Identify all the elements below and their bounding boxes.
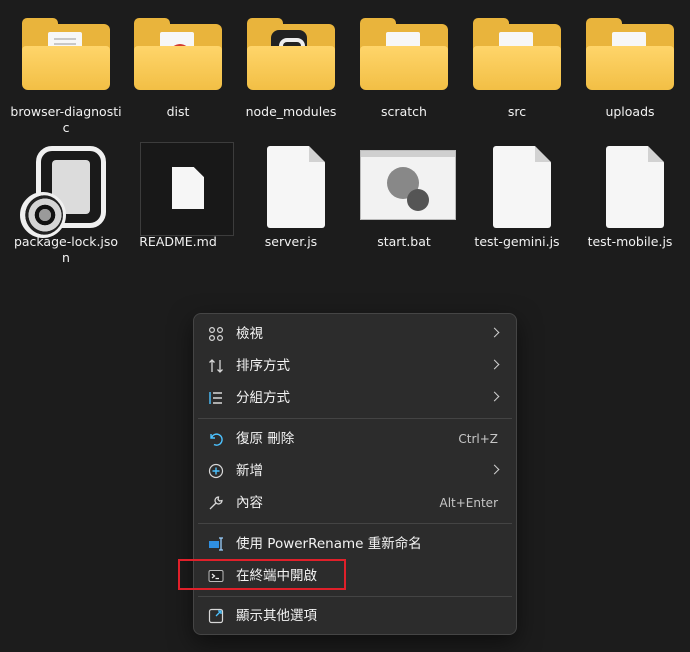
menu-separator (198, 596, 512, 597)
menu-item-properties[interactable]: 內容 Alt+Enter (198, 488, 512, 518)
chevron-right-icon (489, 391, 500, 402)
file-name: test-mobile.js (587, 234, 673, 249)
menu-item-label: 顯示其他選項 (236, 608, 317, 624)
file-item[interactable]: start.bat (348, 138, 460, 266)
undo-icon (210, 433, 223, 446)
file-name: README.md (139, 234, 217, 249)
menu-separator (198, 523, 512, 524)
file-item[interactable]: scratch (348, 8, 460, 136)
new-icon (208, 463, 224, 479)
file-item[interactable]: README.md (122, 138, 234, 266)
wrench-icon (209, 496, 223, 510)
folder-icon (586, 16, 674, 104)
file-item[interactable]: src (461, 8, 573, 136)
menu-item-undo-delete[interactable]: 復原 刪除 Ctrl+Z (198, 424, 512, 454)
sort-icon (209, 359, 223, 373)
chevron-right-icon (489, 359, 500, 370)
chevron-right-icon (489, 327, 500, 338)
file-item[interactable]: test-gemini.js (461, 138, 573, 266)
markdown-file-icon (134, 142, 234, 236)
file-name: uploads (605, 104, 655, 119)
menu-item-label: 使用 PowerRename 重新命名 (236, 536, 422, 552)
file-name: scratch (381, 104, 427, 119)
json-file-icon (20, 146, 110, 238)
folder-icon (134, 16, 222, 104)
file-item[interactable]: browser-diagnostic (10, 8, 122, 136)
file-name: test-gemini.js (474, 234, 560, 249)
menu-item-label: 排序方式 (236, 358, 290, 374)
grid-icon (208, 326, 224, 342)
file-item[interactable]: node_modules (235, 8, 347, 136)
file-item[interactable]: server.js (235, 138, 347, 266)
file-item[interactable]: dist (122, 8, 234, 136)
menu-item-view[interactable]: 檢視 (198, 319, 512, 349)
shortcut-text: Ctrl+Z (458, 432, 498, 446)
menu-item-new[interactable]: 新增 (198, 456, 512, 486)
js-file-icon (586, 146, 674, 234)
js-file-icon (473, 146, 561, 234)
file-item[interactable]: package-lock.json (10, 138, 122, 266)
more-options-icon (208, 608, 224, 624)
menu-item-label: 內容 (236, 495, 263, 511)
menu-separator (198, 418, 512, 419)
file-name: node_modules (245, 104, 337, 119)
file-name: browser-diagnostic (10, 104, 122, 135)
menu-item-label: 檢視 (236, 326, 263, 342)
menu-item-label: 分組方式 (236, 390, 290, 406)
menu-item-label: 復原 刪除 (236, 431, 295, 447)
menu-item-group[interactable]: 分組方式 (198, 383, 512, 413)
powerrename-icon (209, 537, 223, 551)
menu-item-powerrename[interactable]: 使用 PowerRename 重新命名 (198, 529, 512, 559)
file-name: dist (166, 104, 190, 119)
bat-file-icon (360, 146, 456, 234)
file-name: package-lock.json (13, 234, 119, 265)
menu-item-label: 新增 (236, 463, 263, 479)
group-icon (209, 392, 222, 404)
shortcut-text: Alt+Enter (439, 496, 498, 510)
menu-item-sort[interactable]: 排序方式 (198, 351, 512, 381)
file-item[interactable]: uploads (574, 8, 686, 136)
highlight-box (178, 559, 346, 590)
folder-icon (360, 16, 448, 104)
folder-icon (22, 16, 110, 104)
file-item[interactable]: test-mobile.js (574, 138, 686, 266)
file-name: server.js (264, 234, 318, 249)
file-name: src (507, 104, 527, 119)
folder-icon (473, 16, 561, 104)
js-file-icon (247, 146, 335, 234)
folder-icon (247, 16, 335, 104)
chevron-right-icon (489, 464, 500, 475)
file-name: start.bat (377, 234, 431, 249)
menu-item-show-more-options[interactable]: 顯示其他選項 (198, 601, 512, 631)
